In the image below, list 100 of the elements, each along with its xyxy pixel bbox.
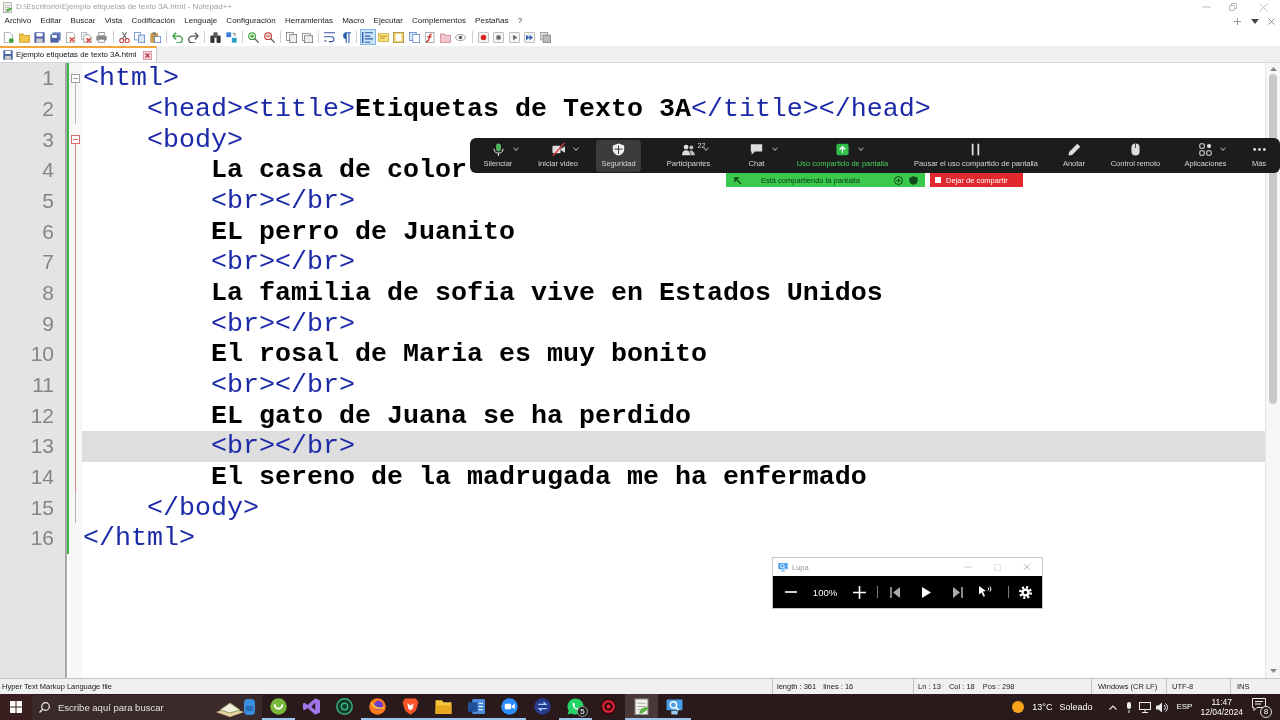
play-macro-button[interactable]: [506, 29, 522, 45]
shield-icon[interactable]: [909, 175, 918, 185]
zoom-out-icon: [263, 31, 275, 43]
stacked-pages-icon: [539, 31, 551, 43]
close-icon[interactable]: [1268, 17, 1275, 25]
pointer-sound-icon: [979, 586, 993, 598]
sync-vertical-button[interactable]: [284, 29, 300, 45]
menu-item[interactable]: Herramientas: [280, 16, 338, 26]
fold-minus-icon[interactable]: [71, 73, 80, 83]
floppy-icon: [3, 50, 13, 60]
record-macro-button[interactable]: [475, 29, 491, 45]
line-number: 8: [42, 280, 54, 305]
start-button[interactable]: [0, 694, 32, 720]
line-number: 13: [30, 434, 54, 459]
word-wrap-icon: [324, 31, 336, 43]
settings-icon: [1018, 585, 1032, 599]
shield-icon: [612, 143, 625, 156]
ribbon-logo-icon: [303, 697, 320, 715]
menu-item[interactable]: Ejecutar: [368, 16, 408, 26]
target-icon: [600, 697, 617, 715]
menu-item[interactable]: Pestañas: [470, 16, 514, 26]
taskbar-app-button[interactable]: 5: [559, 694, 592, 720]
search-field[interactable]: Escribe aquí para buscar: [32, 694, 262, 720]
arrow-icon: [733, 175, 742, 185]
chat-bubble-icon: [750, 143, 763, 156]
line-number: 4: [42, 158, 54, 183]
network-icon[interactable]: [1139, 701, 1152, 713]
clock-date: 12/04/2024: [1200, 707, 1243, 717]
indent-guide-icon: [362, 31, 374, 43]
find-button[interactable]: [208, 29, 224, 45]
minus-icon: [785, 591, 797, 593]
word-wrap-button[interactable]: [322, 29, 338, 45]
redo-icon: [187, 31, 199, 43]
folder-icon: [439, 31, 451, 43]
monitor-magnifier-icon: [778, 562, 788, 572]
weather-condition-label: Soleado: [1059, 701, 1093, 713]
function-list-button[interactable]: [422, 29, 438, 45]
shield-logo-icon: [402, 697, 419, 715]
replace-button[interactable]: [223, 29, 239, 45]
caret-icon: [703, 146, 710, 151]
up-arrow-icon[interactable]: [1269, 67, 1277, 71]
clock-time: 11:47: [1211, 697, 1233, 707]
menu-item[interactable]: Codificación: [126, 16, 180, 26]
text-content: Etiquetas de Texto 3A: [354, 94, 691, 124]
line-number: 16: [30, 526, 54, 551]
microphone-icon[interactable]: [1126, 701, 1133, 713]
save-all-button[interactable]: [47, 29, 63, 45]
volume-icon[interactable]: [1156, 701, 1169, 713]
text-content: La casa de color: [211, 155, 467, 186]
copy-icon: [134, 31, 146, 43]
fold-minus-icon[interactable]: [71, 135, 80, 145]
menu-item[interactable]: Complementos: [407, 16, 471, 26]
document-icon: [468, 697, 485, 715]
chevron-up-icon[interactable]: [1109, 704, 1118, 710]
line-number: 6: [42, 219, 54, 244]
caret-icon: [573, 146, 579, 151]
print-button[interactable]: [94, 29, 110, 45]
language-indicator[interactable]: ESP: [1176, 702, 1193, 712]
notification-icon[interactable]: [1252, 698, 1266, 712]
menu-item[interactable]: Buscar: [65, 16, 101, 26]
notification-badge: 5: [577, 706, 588, 717]
close-all-button[interactable]: [78, 29, 94, 45]
zoom-level: 100%: [812, 586, 838, 598]
cut-button[interactable]: [116, 29, 132, 45]
plus-icon[interactable]: [1234, 17, 1241, 25]
menu-item[interactable]: Vista: [100, 16, 127, 26]
indent-guide-button[interactable]: [360, 29, 376, 45]
new-file-button[interactable]: [1, 29, 17, 45]
mouse-icon: [1129, 143, 1142, 156]
play-icon: [508, 31, 520, 43]
menu-item[interactable]: Editar: [35, 16, 66, 26]
vertical-scrollbar[interactable]: [1265, 63, 1280, 678]
undo-icon: [172, 31, 184, 43]
menu-item[interactable]: ?: [513, 16, 527, 26]
paste-button[interactable]: [147, 29, 163, 45]
document-list-button[interactable]: [406, 29, 422, 45]
menu-item[interactable]: Macro: [337, 16, 369, 26]
menu-item[interactable]: Lenguaje: [179, 16, 222, 26]
arrows-circle-icon: [534, 697, 551, 715]
folder-icon: [18, 31, 30, 43]
close-icon[interactable]: [142, 50, 152, 60]
redo-button[interactable]: [185, 29, 201, 45]
menu-item[interactable]: Configuración: [221, 16, 281, 26]
save-button[interactable]: [32, 29, 48, 45]
undo-button[interactable]: [170, 29, 186, 45]
line-number: 9: [42, 311, 54, 336]
line-number: 3: [42, 127, 54, 152]
stop-macro-button[interactable]: [491, 29, 507, 45]
add-circle-icon[interactable]: [894, 175, 903, 185]
save-macro-button[interactable]: [537, 29, 553, 45]
menu-item[interactable]: Archivo: [0, 16, 36, 26]
down-arrow-icon[interactable]: [1269, 669, 1277, 673]
down-triangle-icon[interactable]: [1251, 18, 1259, 24]
copy-button[interactable]: [132, 29, 148, 45]
line-number: 15: [30, 495, 54, 520]
clipboard-icon: [149, 31, 161, 43]
scissors-icon: [118, 31, 130, 43]
taskbar-app-button[interactable]: [625, 694, 658, 720]
document-map-button[interactable]: [391, 29, 407, 45]
run-macro-multiple-button[interactable]: [522, 29, 538, 45]
